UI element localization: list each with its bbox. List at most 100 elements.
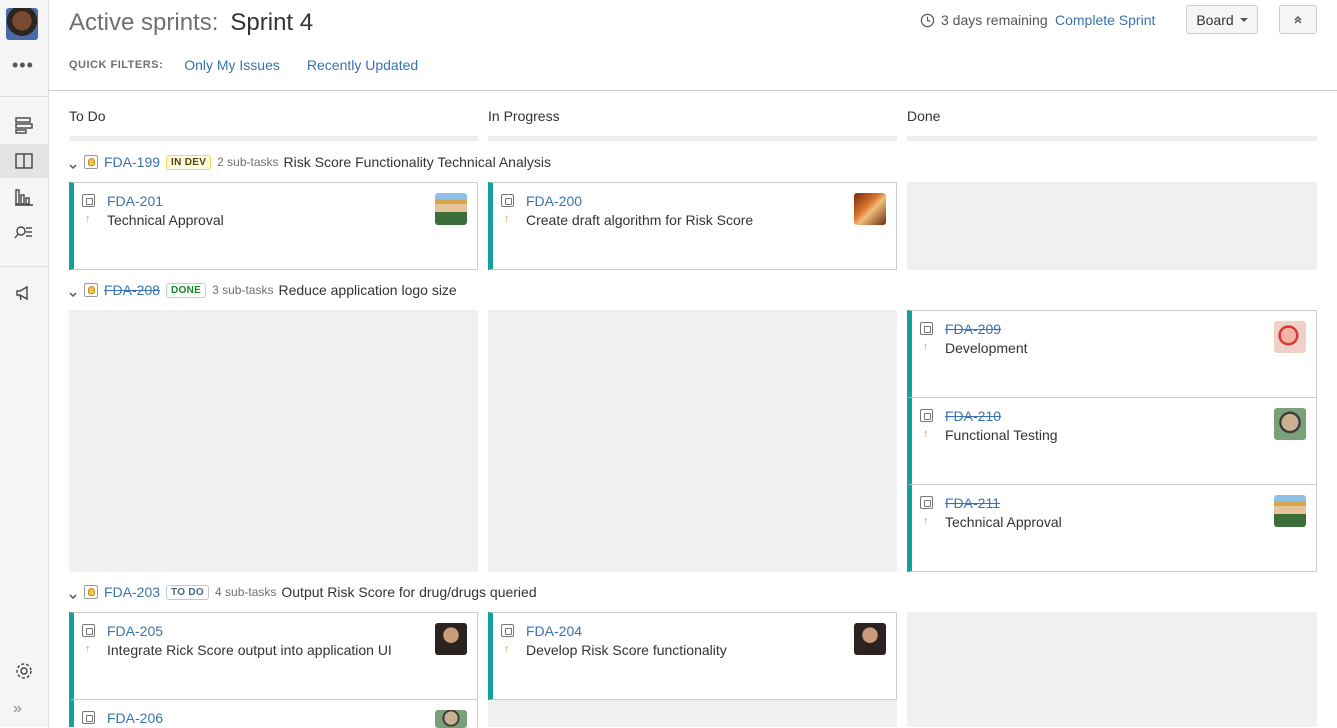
issue-card[interactable]: FDA-211 ↑ Technical Approval: [907, 484, 1317, 572]
backlog-icon[interactable]: [0, 108, 48, 142]
swimlane-header[interactable]: FDA-203 TO DO 4 sub-tasks Output Risk Sc…: [69, 582, 537, 602]
subtask-icon: [920, 322, 933, 335]
issue-summary: Technical Approval: [107, 212, 224, 228]
priority-major-icon: ↑: [504, 213, 510, 225]
issue-key[interactable]: FDA-209: [945, 321, 1001, 337]
issue-key[interactable]: FDA-200: [526, 193, 582, 209]
board-dropdown-button[interactable]: Board: [1186, 5, 1258, 34]
priority-major-icon: ↑: [85, 213, 91, 225]
more-icon[interactable]: •••: [12, 56, 34, 74]
assignee-avatar[interactable]: [854, 623, 886, 655]
chevron-down-icon[interactable]: [69, 588, 77, 600]
remaining-text: 3 days remaining: [941, 12, 1048, 28]
subtask-icon: [82, 624, 95, 637]
priority-major-icon: ↑: [923, 341, 929, 353]
story-icon: [84, 585, 98, 599]
chevron-down-icon[interactable]: [69, 286, 77, 298]
story-key[interactable]: FDA-203: [104, 584, 160, 600]
reports-icon[interactable]: [0, 180, 48, 214]
issue-key[interactable]: FDA-201: [107, 193, 163, 209]
issue-card[interactable]: FDA-200 ↑ Create draft algorithm for Ris…: [488, 182, 897, 270]
assignee-avatar[interactable]: [1274, 495, 1306, 527]
column-header-todo: To Do: [69, 108, 106, 124]
swimlane-header[interactable]: FDA-199 IN DEV 2 sub-tasks Risk Score Fu…: [69, 152, 551, 172]
status-badge: IN DEV: [166, 154, 212, 170]
story-icon: [84, 155, 98, 169]
column-bar: [907, 136, 1317, 141]
chevron-down-icon[interactable]: [69, 158, 77, 170]
status-badge: DONE: [166, 282, 207, 298]
complete-sprint-link[interactable]: Complete Sprint: [1055, 12, 1155, 28]
issue-key[interactable]: FDA-210: [945, 408, 1001, 424]
priority-major-icon: ↑: [85, 643, 91, 655]
story-key[interactable]: FDA-199: [104, 154, 160, 170]
board-label: Board: [1196, 11, 1234, 28]
issue-card[interactable]: FDA-205 ↑ Integrate Rick Score output in…: [69, 612, 478, 700]
priority-major-icon: ↑: [923, 428, 929, 440]
filter-only-my-issues[interactable]: Only My Issues: [184, 57, 280, 73]
page-title: Active sprints: Sprint 4: [69, 9, 313, 37]
subtask-icon: [920, 496, 933, 509]
issue-summary: Technical Approval: [945, 514, 1062, 530]
issue-summary: Functional Testing: [945, 427, 1058, 443]
quick-filters: QUICK FILTERS: Only My Issues Recently U…: [69, 57, 445, 73]
issue-card[interactable]: FDA-209 ↑ Development: [907, 310, 1317, 398]
subtask-icon: [82, 194, 95, 207]
column-header-in-progress: In Progress: [488, 108, 560, 124]
active-sprints-icon[interactable]: [0, 144, 48, 178]
priority-major-icon: ↑: [504, 643, 510, 655]
assignee-avatar[interactable]: [435, 193, 467, 225]
issue-summary: Development: [945, 340, 1028, 356]
issue-card[interactable]: FDA-201 ↑ Technical Approval: [69, 182, 478, 270]
issues-search-icon[interactable]: [0, 216, 48, 250]
issue-card[interactable]: FDA-206: [69, 699, 478, 728]
subtask-icon: [501, 194, 514, 207]
title-prefix: Active sprints:: [69, 9, 219, 36]
issue-card[interactable]: FDA-210 ↑ Functional Testing: [907, 397, 1317, 485]
settings-gear-icon[interactable]: [0, 654, 48, 688]
expand-sidebar-icon[interactable]: »: [13, 700, 22, 718]
quick-filters-label: QUICK FILTERS:: [69, 59, 164, 71]
caret-down-icon: [1239, 17, 1248, 22]
assignee-avatar[interactable]: [1274, 321, 1306, 353]
column-header-done: Done: [907, 108, 941, 124]
assignee-avatar[interactable]: [435, 623, 467, 655]
megaphone-icon[interactable]: [0, 276, 48, 310]
issue-key[interactable]: FDA-206: [107, 710, 163, 726]
filter-recently-updated[interactable]: Recently Updated: [307, 57, 418, 73]
issue-summary: Create draft algorithm for Risk Score: [526, 212, 754, 228]
empty-cell: [488, 310, 897, 572]
issue-key[interactable]: FDA-211: [945, 495, 1000, 511]
subtask-count: 2 sub-tasks: [217, 155, 279, 169]
issue-card[interactable]: FDA-204 ↑ Develop Risk Score functionali…: [488, 612, 897, 700]
column-bar: [488, 136, 897, 141]
subtask-count: 3 sub-tasks: [212, 283, 274, 297]
subtask-icon: [82, 711, 95, 724]
page-header: Active sprints: Sprint 4 3 days remaining…: [69, 5, 1317, 46]
story-icon: [84, 283, 98, 297]
empty-cell: [907, 612, 1317, 727]
status-badge: TO DO: [166, 584, 210, 600]
assignee-avatar[interactable]: [854, 193, 886, 225]
divider: [0, 266, 48, 267]
collapse-header-button[interactable]: [1279, 5, 1317, 34]
subtask-icon: [920, 409, 933, 422]
sprint-name: Sprint 4: [230, 9, 314, 36]
assignee-avatar[interactable]: [1274, 408, 1306, 440]
issue-summary: Integrate Rick Score output into applica…: [107, 642, 392, 658]
clock-icon: [920, 13, 935, 27]
swimlane-header[interactable]: FDA-208 DONE 3 sub-tasks Reduce applicat…: [69, 280, 457, 300]
story-key[interactable]: FDA-208: [104, 282, 160, 298]
subtask-count: 4 sub-tasks: [215, 585, 277, 599]
priority-major-icon: ↑: [923, 515, 929, 527]
issue-key[interactable]: FDA-205: [107, 623, 163, 639]
subtask-icon: [501, 624, 514, 637]
sprint-remaining: 3 days remaining: [920, 12, 1048, 28]
user-avatar[interactable]: [6, 8, 38, 40]
story-summary: Risk Score Functionality Technical Analy…: [283, 154, 551, 170]
divider: [49, 90, 1337, 91]
issue-key[interactable]: FDA-204: [526, 623, 582, 639]
double-chevron-up-icon: [1294, 15, 1302, 23]
assignee-avatar[interactable]: [435, 710, 467, 728]
story-summary: Reduce application logo size: [278, 282, 457, 298]
